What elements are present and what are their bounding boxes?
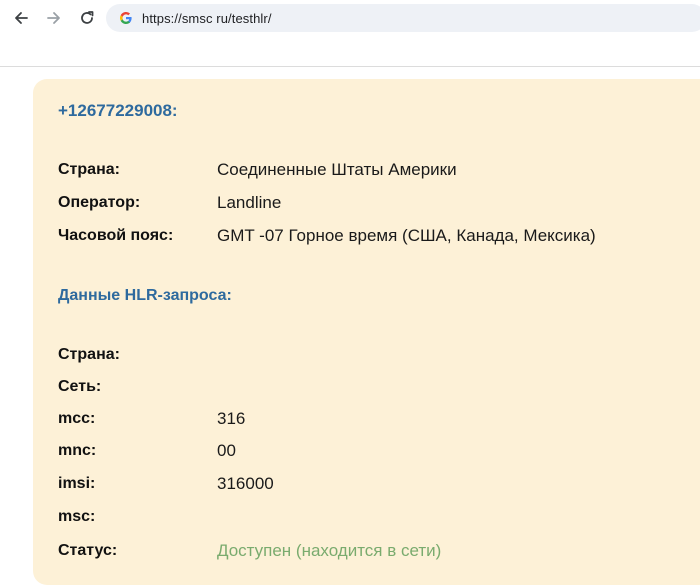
country-value: Соединенные Штаты Америки	[217, 160, 457, 179]
imsi-label: imsi:	[58, 475, 96, 492]
mnc-label: mnc:	[58, 442, 97, 459]
operator-label: Оператор:	[58, 194, 141, 211]
operator-value: Landline	[217, 193, 282, 212]
network-label: Сеть:	[58, 378, 102, 395]
browser-toolbar: https://smsc ru/testhlr/	[0, 0, 700, 36]
status-label: Статус:	[58, 542, 118, 559]
mnc-value: 00	[217, 441, 236, 460]
status-value: Доступен (находится в сети)	[217, 541, 442, 560]
msc-label: msc:	[58, 508, 96, 525]
timezone-value: GMT -07 Горное время (США, Канада, Мекси…	[217, 226, 596, 245]
phone-number: +12677229008:	[58, 101, 178, 120]
back-arrow-icon[interactable]	[9, 6, 33, 30]
hlr-section-title: Данные HLR-запроса:	[58, 287, 232, 304]
country-label: Страна:	[58, 161, 120, 178]
url-text[interactable]: https://smsc ru/testhlr/	[142, 11, 272, 26]
reload-icon[interactable]	[75, 6, 99, 30]
hlr-country-label: Страна:	[58, 346, 120, 363]
timezone-label: Часовой пояс:	[58, 227, 174, 244]
imsi-value: 316000	[217, 474, 274, 493]
hlr-result-card	[33, 79, 700, 585]
google-g-icon	[119, 11, 133, 25]
toolbar-divider	[0, 66, 700, 67]
mcc-label: mcc:	[58, 410, 96, 427]
mcc-value: 316	[217, 409, 246, 428]
address-bar[interactable]: https://smsc ru/testhlr/	[106, 4, 700, 32]
forward-arrow-icon[interactable]	[42, 6, 66, 30]
